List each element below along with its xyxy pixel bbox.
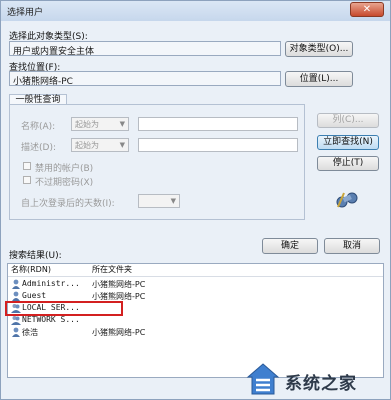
- column-header-name[interactable]: 名称(RDN): [11, 264, 51, 276]
- chevron-down-icon: ▼: [119, 120, 125, 128]
- user-icon: [12, 327, 20, 337]
- chevron-down-icon: ▼: [170, 197, 176, 205]
- object-type-field: 用户或内置安全主体: [9, 41, 281, 56]
- columns-button[interactable]: 列(C)...: [317, 113, 379, 128]
- list-item[interactable]: 徐浩 小猪熊网络-PC: [8, 326, 383, 338]
- user-icon: [12, 279, 20, 289]
- find-now-button[interactable]: 立即查找(N): [317, 135, 379, 150]
- column-header-folder[interactable]: 所在文件夹: [92, 264, 132, 276]
- days-since-logon-select[interactable]: ▼: [138, 194, 180, 208]
- name-operator-value: 起始为: [75, 120, 99, 129]
- list-item[interactable]: Administr... 小猪熊网络-PC: [8, 278, 383, 290]
- user-icon: [12, 291, 20, 301]
- row-name: NETWORK S...: [22, 315, 80, 324]
- title-bar: 选择用户 ✕: [1, 1, 390, 21]
- select-users-dialog: 选择用户 ✕ 选择此对象类型(S): 用户或内置安全主体 对象类型(O)... …: [0, 0, 391, 400]
- search-binoculars-icon: [336, 192, 358, 208]
- disabled-accounts-label: 禁用的帐户(B): [35, 164, 94, 174]
- stop-button[interactable]: 停止(T): [317, 156, 379, 171]
- location-field: 小猪熊网络-PC: [9, 71, 281, 86]
- locations-button[interactable]: 位置(L)...: [285, 71, 353, 87]
- days-since-logon-label: 自上次登录后的天数(I):: [21, 199, 115, 209]
- row-folder: 小猪熊网络-PC: [92, 280, 146, 289]
- highlight-annotation-box: [5, 301, 123, 316]
- row-folder: 小猪熊网络-PC: [92, 328, 146, 337]
- non-expiring-password-checkbox[interactable]: [23, 176, 31, 184]
- header-divider: [8, 276, 383, 277]
- disabled-accounts-checkbox[interactable]: [23, 162, 31, 170]
- cancel-button[interactable]: 取消: [324, 238, 380, 254]
- description-operator-value: 起始为: [75, 141, 99, 150]
- close-button[interactable]: ✕: [350, 2, 384, 17]
- ok-button[interactable]: 确定: [262, 238, 318, 254]
- group-icon: [11, 316, 21, 325]
- non-expiring-password-label: 不过期密码(X): [35, 178, 94, 188]
- description-label: 描述(D):: [21, 143, 56, 153]
- watermark: 系统之家: [241, 359, 391, 399]
- chevron-down-icon: ▼: [119, 141, 125, 149]
- name-input[interactable]: [138, 117, 298, 131]
- name-label: 名称(A):: [21, 122, 56, 132]
- house-logo-icon: [246, 363, 280, 395]
- row-name: Guest: [22, 291, 47, 300]
- object-types-button[interactable]: 对象类型(O)...: [285, 41, 353, 57]
- row-name: 徐浩: [22, 328, 38, 337]
- description-operator-select[interactable]: 起始为 ▼: [71, 138, 129, 152]
- window-title: 选择用户: [7, 8, 44, 18]
- watermark-text: 系统之家: [285, 374, 357, 394]
- search-results-label: 搜索结果(U):: [9, 251, 62, 261]
- description-input[interactable]: [138, 138, 298, 152]
- row-name: Administr...: [22, 279, 80, 288]
- name-operator-select[interactable]: 起始为 ▼: [71, 117, 129, 131]
